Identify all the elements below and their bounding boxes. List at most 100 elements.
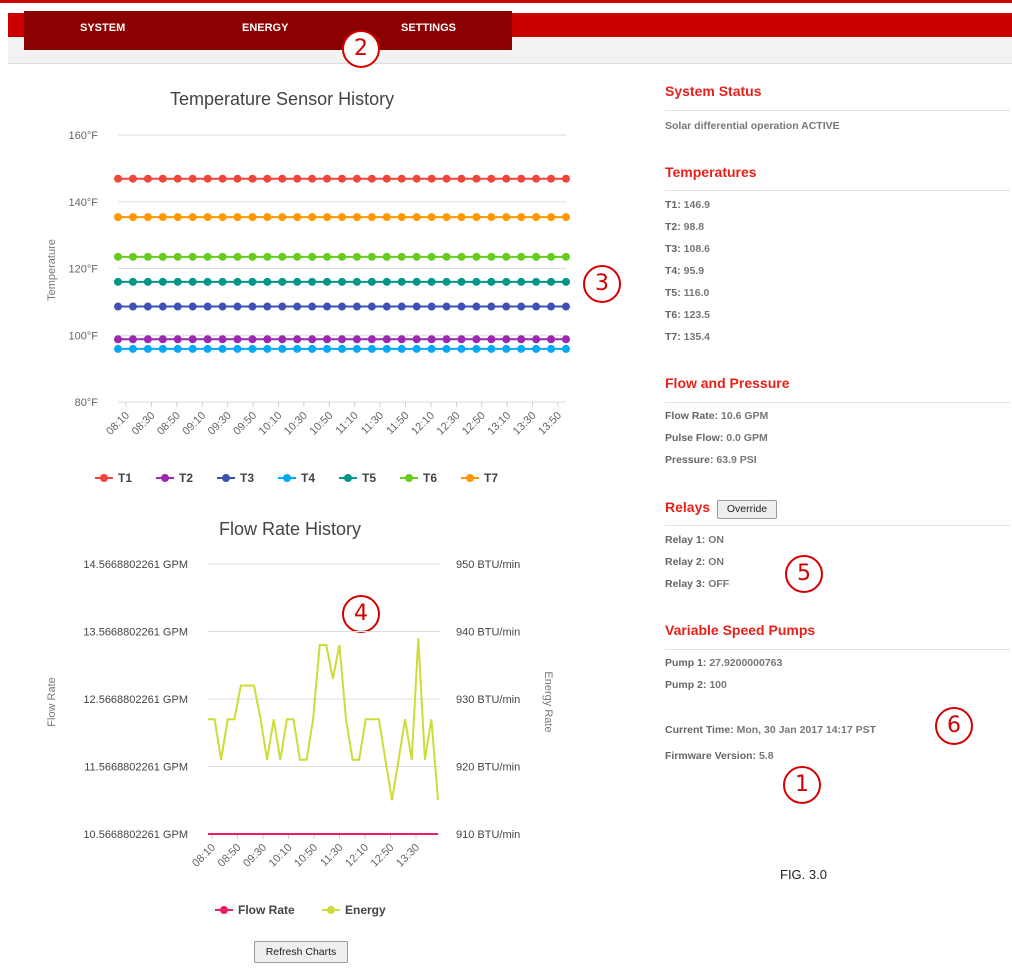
y-tick-label: 140°F [69,197,99,209]
data-point-T6 [502,252,511,261]
data-point-T3 [457,302,466,311]
temperature-chart: 80°F 100°F 120°F 140°F 160°F Temperature 08:10… [46,130,570,485]
data-point-T1 [203,174,212,183]
data-point-T2 [188,335,197,344]
firmware-version-value: 5.8 [758,750,774,762]
y-tick-label: 160°F [69,130,99,142]
legend-marker-T2 [161,474,169,482]
data-point-T7 [158,213,167,222]
nav-system[interactable]: SYSTEM [80,22,125,34]
data-point-T3 [263,302,272,311]
pressure-value: 63.9 PSI [716,454,757,466]
data-point-T2 [263,335,272,344]
data-point-T2 [338,335,346,344]
x-tick-label: 13:50 [536,410,564,438]
data-point-T1 [308,174,317,183]
data-point-T3 [323,302,332,311]
data-point-T5 [308,277,317,286]
main-nav: SYSTEM ENERGY SETTINGS [24,11,512,50]
data-point-T5 [203,277,212,286]
temp-t3-value: 108.6 [683,243,710,255]
data-point-T3 [562,302,570,311]
x-tick-label: 08:30 [130,410,158,438]
data-point-T1 [517,174,526,183]
pressure-row: Pressure: 63.9 PSI [665,454,757,466]
data-point-T5 [397,277,406,286]
x-tick-label: 08:10 [104,410,132,438]
data-point-T5 [562,277,570,286]
divider [665,190,1010,191]
data-point-T5 [338,277,346,286]
legend-label-T1: T1 [118,471,132,485]
pump-1-row: Pump 1: 27.9200000763 [665,657,783,669]
flow-rate-value: 10.6 GPM [721,410,769,422]
data-point-T4 [442,344,451,353]
relay-1-row: Relay 1: ON [665,534,724,546]
data-point-T1 [352,174,361,183]
data-point-T5 [382,277,391,286]
data-point-T3 [278,302,287,311]
data-point-T5 [173,277,182,286]
y-left-tick-label: 10.5668802261 GPM [83,829,188,841]
data-point-T2 [323,335,332,344]
pumps-heading: Variable Speed Pumps [665,622,816,638]
data-point-T7 [263,213,272,222]
divider [665,649,1010,650]
data-point-T4 [248,344,257,353]
data-point-T1 [412,174,421,183]
data-point-T6 [278,252,287,261]
refresh-charts-button[interactable]: Refresh Charts [254,941,348,963]
data-point-T5 [128,277,137,286]
nav-energy[interactable]: ENERGY [242,22,288,34]
override-button[interactable]: Override [717,500,777,519]
data-point-T1 [173,174,182,183]
data-point-T3 [338,302,346,311]
data-point-T1 [427,174,436,183]
data-point-T7 [532,213,541,222]
legend-label-flow-rate: Flow Rate [238,903,295,917]
data-point-T7 [128,213,137,222]
data-point-T2 [397,335,406,344]
data-point-T4 [412,344,421,353]
x-tick-label: 10:50 [292,842,320,870]
data-point-T2 [442,335,451,344]
data-point-T5 [143,277,152,286]
data-point-T1 [487,174,496,183]
data-point-T3 [203,302,212,311]
data-point-T7 [114,213,122,222]
data-point-T6 [203,252,212,261]
data-point-T7 [412,213,421,222]
data-point-T2 [352,335,361,344]
legend-marker-T7 [466,474,474,482]
relay-2-value: ON [708,556,724,568]
data-point-T1 [397,174,406,183]
data-point-T7 [308,213,317,222]
relay-2-row: Relay 2: ON [665,556,724,568]
data-point-T1 [158,174,167,183]
y-left-tick-label: 12.5668802261 GPM [83,694,188,706]
nav-settings[interactable]: SETTINGS [401,22,456,34]
y-right-tick-label: 920 BTU/min [456,762,520,774]
current-time-value: Mon, 30 Jan 2017 14:17 PST [736,724,877,736]
figure-label: FIG. 3.0 [780,867,827,882]
data-point-T6 [114,252,122,261]
data-point-T4 [427,344,436,353]
x-tick-label: 10:10 [257,410,285,438]
temp-t3-row: T3: 108.6 [665,243,710,255]
legend-marker-energy [327,906,335,914]
y-left-tick-label: 14.5668802261 GPM [83,559,188,571]
divider [665,402,1010,403]
data-point-T3 [382,302,391,311]
legend-marker-flow-rate [220,906,228,914]
data-point-T3 [114,302,122,311]
x-tick-label: 09:30 [206,410,234,438]
data-point-T4 [517,344,526,353]
data-point-T2 [427,335,436,344]
data-point-T7 [233,213,242,222]
data-point-T2 [114,335,122,344]
data-point-T1 [367,174,376,183]
data-point-T3 [547,302,556,311]
data-point-T3 [427,302,436,311]
data-point-T4 [382,344,391,353]
firmware-version: Firmware Version: 5.8 [665,750,774,762]
